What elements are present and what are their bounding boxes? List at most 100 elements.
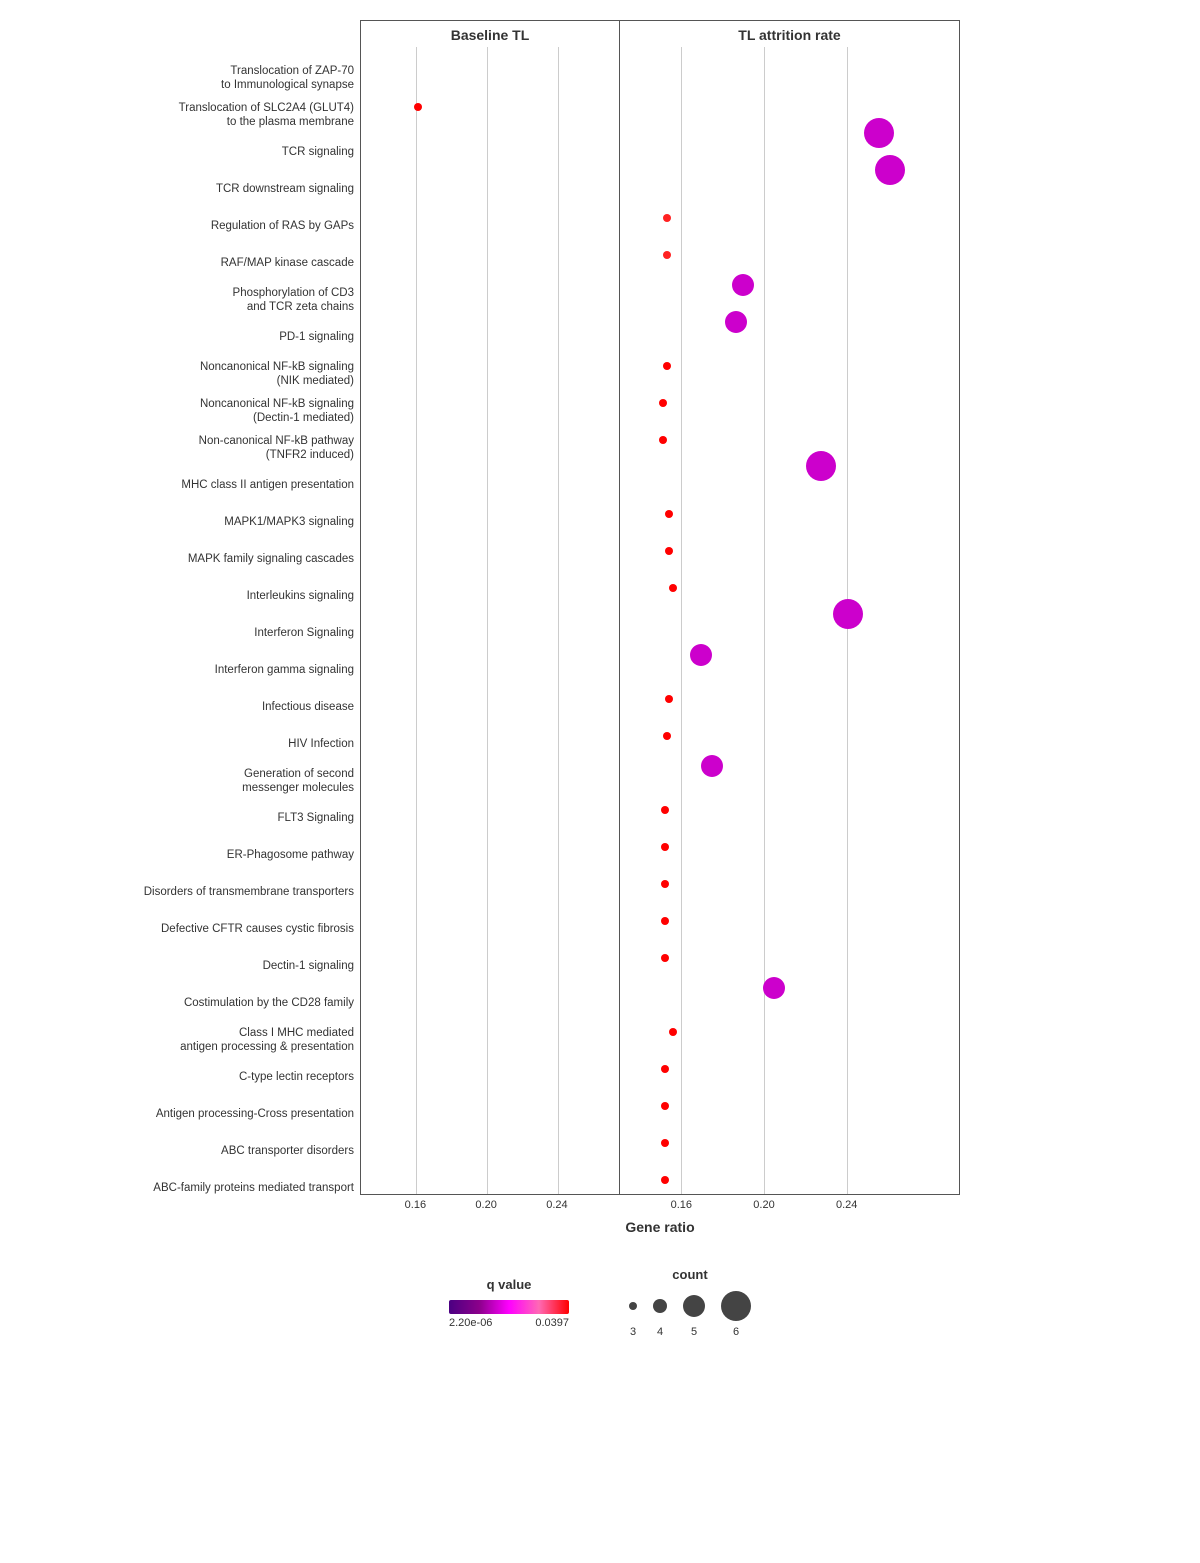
y-label: Non-canonical NF-kB pathway(TNFR2 induce… <box>199 430 354 467</box>
baseline-content <box>361 47 621 1194</box>
y-label: Infectious disease <box>262 689 354 726</box>
q-min-label: 2.20e-06 <box>449 1317 492 1329</box>
count-legend-item: 3 <box>629 1290 637 1338</box>
data-dot <box>661 880 669 888</box>
q-value-legend-title: q value <box>487 1277 532 1292</box>
count-dot <box>629 1302 637 1310</box>
data-dot <box>665 695 673 703</box>
y-label: C-type lectin receptors <box>239 1059 354 1096</box>
data-dot <box>661 954 669 962</box>
y-label: PD-1 signaling <box>279 319 354 356</box>
count-dot <box>653 1299 667 1313</box>
y-label: Noncanonical NF-kB signaling(NIK mediate… <box>200 356 354 393</box>
data-dot <box>661 1176 669 1184</box>
y-label: RAF/MAP kinase cascade <box>221 245 354 282</box>
y-label: Translocation of ZAP-70to Immunological … <box>221 60 354 97</box>
data-dot <box>875 155 905 185</box>
y-label: MAPK1/MAPK3 signaling <box>224 504 354 541</box>
data-dot <box>661 917 669 925</box>
data-dot <box>414 103 422 111</box>
attrition-content <box>620 47 960 1194</box>
y-label: Class I MHC mediatedantigen processing &… <box>180 1022 354 1059</box>
grid-line <box>416 47 417 1194</box>
gradient-legend: 2.20e-06 0.0397 <box>449 1300 569 1329</box>
x-tick-label: 0.20 <box>753 1199 774 1211</box>
count-legend-title: count <box>672 1267 707 1282</box>
count-legend-item: 4 <box>653 1290 667 1338</box>
grid-line <box>681 47 682 1194</box>
x-tick-label: 0.20 <box>475 1199 496 1211</box>
y-label: Defective CFTR causes cystic fibrosis <box>161 911 354 948</box>
data-dot <box>864 118 894 148</box>
data-dot <box>659 399 667 407</box>
y-label: MAPK family signaling cascades <box>188 541 354 578</box>
y-label: TCR signaling <box>282 134 354 171</box>
count-legend: count 3 4 5 6 <box>629 1267 751 1338</box>
q-max-label: 0.0397 <box>535 1317 569 1329</box>
data-dot <box>661 1065 669 1073</box>
data-dot <box>661 1102 669 1110</box>
y-label: TCR downstream signaling <box>216 171 354 208</box>
data-dot <box>663 251 671 259</box>
gradient-bar <box>449 1300 569 1314</box>
y-label: Phosphorylation of CD3and TCR zeta chain… <box>233 282 354 319</box>
y-label: Interleukins signaling <box>247 578 354 615</box>
data-dot <box>665 547 673 555</box>
data-dot <box>661 843 669 851</box>
y-label: ER-Phagosome pathway <box>227 837 354 874</box>
data-dot <box>663 732 671 740</box>
gradient-labels: 2.20e-06 0.0397 <box>449 1317 569 1329</box>
data-dot <box>663 362 671 370</box>
y-labels: Translocation of ZAP-70to Immunological … <box>20 20 360 1207</box>
y-label: Regulation of RAS by GAPs <box>211 208 354 245</box>
y-label: Translocation of SLC2A4 (GLUT4)to the pl… <box>179 97 354 134</box>
count-label: 3 <box>630 1326 636 1338</box>
x-tick-label: 0.24 <box>546 1199 567 1211</box>
y-label: HIV Infection <box>288 726 354 763</box>
legend-area: q value 2.20e-06 0.0397 count 3 4 5 6 <box>10 1267 1190 1338</box>
count-dot <box>721 1291 751 1321</box>
data-dot <box>661 1139 669 1147</box>
data-dot <box>763 977 785 999</box>
y-label: Antigen processing-Cross presentation <box>156 1096 354 1133</box>
baseline-panel: Baseline TL <box>360 20 620 1195</box>
data-dot <box>659 436 667 444</box>
count-label: 4 <box>657 1326 663 1338</box>
x-tick-label: 0.16 <box>405 1199 426 1211</box>
chart-container: Translocation of ZAP-70to Immunological … <box>0 0 1200 1348</box>
count-legend-item: 6 <box>721 1290 751 1338</box>
q-value-legend: q value 2.20e-06 0.0397 <box>449 1277 569 1329</box>
baseline-title: Baseline TL <box>361 21 619 47</box>
count-label: 6 <box>733 1326 739 1338</box>
data-dot <box>690 644 712 666</box>
attrition-title: TL attrition rate <box>620 21 959 47</box>
y-label: ABC transporter disorders <box>221 1133 354 1170</box>
data-dot <box>663 214 671 222</box>
data-dot <box>701 755 723 777</box>
x-tick-label: 0.16 <box>671 1199 692 1211</box>
y-label: Disorders of transmembrane transporters <box>144 874 354 911</box>
count-label: 5 <box>691 1326 697 1338</box>
y-label: MHC class II antigen presentation <box>181 467 354 504</box>
grid-line <box>487 47 488 1194</box>
x-tick-label: 0.24 <box>836 1199 857 1211</box>
baseline-x-axis: 0.16 0.20 0.24 <box>360 1195 620 1219</box>
count-size-legend: 3 4 5 6 <box>629 1290 751 1338</box>
count-legend-item: 5 <box>683 1290 705 1338</box>
data-dot <box>833 599 863 629</box>
y-label: ABC-family proteins mediated transport <box>153 1170 354 1207</box>
y-label: Costimulation by the CD28 family <box>184 985 354 1022</box>
x-axis-row: 0.16 0.20 0.24 0.16 0.20 0.24 <box>360 1195 960 1219</box>
y-label: Generation of secondmessenger molecules <box>242 763 354 800</box>
data-dot <box>661 806 669 814</box>
data-dot <box>725 311 747 333</box>
data-dot <box>806 451 836 481</box>
count-dot <box>683 1295 705 1317</box>
grid-line <box>764 47 765 1194</box>
y-label: Dectin-1 signaling <box>263 948 354 985</box>
y-label: FLT3 Signaling <box>278 800 355 837</box>
x-axis-label: Gene ratio <box>360 1219 960 1237</box>
y-label: Interferon Signaling <box>254 615 354 652</box>
data-dot <box>732 274 754 296</box>
grid-line <box>558 47 559 1194</box>
